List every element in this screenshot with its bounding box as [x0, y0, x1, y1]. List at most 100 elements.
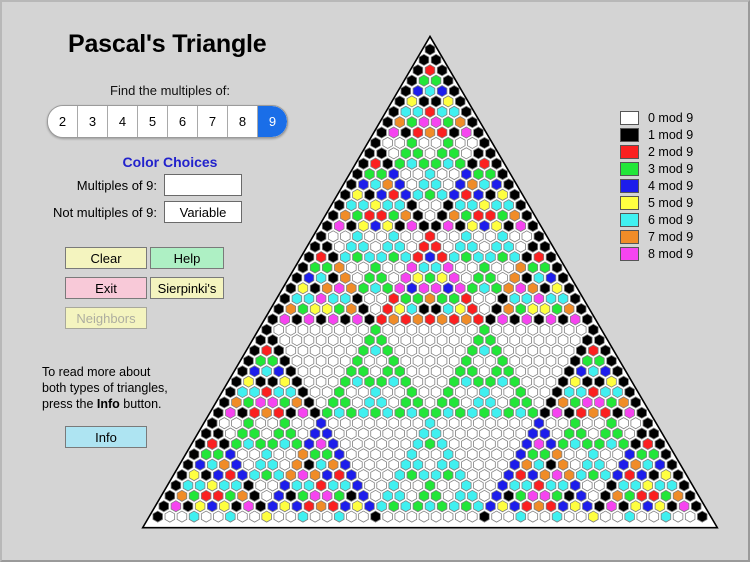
triangle-cell[interactable]: [364, 147, 375, 160]
triangle-cell[interactable]: [497, 313, 508, 326]
triangle-cell[interactable]: [533, 334, 545, 347]
triangle-cell[interactable]: [455, 344, 466, 357]
triangle-cell[interactable]: [334, 386, 345, 399]
triangle-cell[interactable]: [200, 448, 212, 461]
triangle-cell[interactable]: [551, 261, 563, 274]
triangle-cell[interactable]: [309, 406, 321, 419]
triangle-cell[interactable]: [285, 323, 297, 336]
triangle-cell[interactable]: [352, 251, 363, 264]
triangle-cell[interactable]: [521, 500, 533, 513]
triangle-cell[interactable]: [237, 386, 248, 399]
triangle-cell[interactable]: [436, 396, 448, 409]
triangle-cell[interactable]: [340, 230, 351, 243]
triangle-cell[interactable]: [303, 437, 315, 450]
triangle-cell[interactable]: [485, 147, 496, 160]
triangle-cell[interactable]: [358, 365, 369, 378]
triangle-cell[interactable]: [455, 240, 466, 253]
triangle-cell[interactable]: [213, 469, 224, 482]
triangle-cell[interactable]: [642, 437, 654, 450]
triangle-cell[interactable]: [376, 313, 387, 326]
triangle-cell[interactable]: [406, 95, 418, 108]
triangle-cell[interactable]: [309, 261, 321, 274]
triangle-cell[interactable]: [624, 427, 635, 440]
triangle-cell[interactable]: [461, 500, 472, 513]
triangle-cell[interactable]: [364, 292, 375, 305]
triangle-cell[interactable]: [455, 406, 466, 419]
triangle-cell[interactable]: [515, 448, 526, 461]
triangle-cell[interactable]: [327, 437, 339, 450]
triangle-cell[interactable]: [442, 510, 454, 523]
triangle-cell[interactable]: [448, 334, 460, 347]
triangle-cell[interactable]: [491, 219, 502, 232]
triangle-cell[interactable]: [479, 510, 490, 523]
triangle-cell[interactable]: [594, 479, 605, 492]
triangle-cell[interactable]: [461, 188, 472, 201]
triangle-cell[interactable]: [418, 240, 430, 253]
triangle-cell[interactable]: [291, 437, 303, 450]
triangle-cell[interactable]: [503, 448, 514, 461]
triangle-cell[interactable]: [497, 292, 508, 305]
triangle-cell[interactable]: [303, 251, 315, 264]
triangle-cell[interactable]: [430, 469, 442, 482]
triangle-cell[interactable]: [340, 417, 351, 430]
triangle-cell[interactable]: [406, 427, 418, 440]
triangle-cell[interactable]: [364, 168, 375, 181]
triangle-cell[interactable]: [600, 448, 611, 461]
triangle-cell[interactable]: [515, 323, 526, 336]
triangle-cell[interactable]: [467, 199, 478, 212]
triangle-cell[interactable]: [273, 302, 284, 316]
triangle-cell[interactable]: [491, 344, 502, 357]
triangle-cell[interactable]: [582, 313, 593, 326]
triangle-cell[interactable]: [255, 479, 266, 492]
triangle-cell[interactable]: [461, 417, 472, 430]
triangle-cell[interactable]: [279, 458, 291, 471]
triangle-cell[interactable]: [569, 479, 581, 492]
triangle-cell[interactable]: [491, 427, 502, 440]
triangle-cell[interactable]: [594, 500, 605, 513]
triangle-cell[interactable]: [321, 240, 333, 253]
triangle-cell[interactable]: [497, 251, 508, 264]
triangle-cell[interactable]: [448, 375, 460, 388]
triangle-cell[interactable]: [479, 282, 490, 295]
triangle-cell[interactable]: [364, 230, 375, 243]
triangle-cell[interactable]: [448, 168, 460, 181]
triangle-cell[interactable]: [618, 375, 629, 388]
triangle-cell[interactable]: [533, 396, 545, 409]
triangle-cell[interactable]: [388, 396, 399, 409]
triangle-cell[interactable]: [418, 344, 430, 357]
triangle-cell[interactable]: [370, 302, 381, 316]
triangle-cell[interactable]: [309, 489, 321, 502]
triangle-cell[interactable]: [334, 469, 345, 482]
triangle-cell[interactable]: [624, 448, 635, 461]
triangle-cell[interactable]: [448, 354, 460, 367]
triangle-cell[interactable]: [376, 375, 387, 388]
triangle-cell[interactable]: [400, 313, 412, 326]
triangle-cell[interactable]: [557, 292, 569, 305]
triangle-cell[interactable]: [291, 313, 303, 326]
triangle-cell[interactable]: [219, 417, 230, 430]
triangle-cell[interactable]: [473, 126, 484, 139]
triangle-cell[interactable]: [600, 344, 611, 357]
triangle-cell[interactable]: [461, 209, 472, 222]
triangle-cell[interactable]: [206, 479, 218, 492]
triangle-cell[interactable]: [219, 437, 230, 450]
triangle-cell[interactable]: [551, 448, 563, 461]
triangle-cell[interactable]: [448, 105, 460, 118]
triangle-cell[interactable]: [654, 479, 666, 492]
triangle-cell[interactable]: [678, 500, 690, 513]
triangle-cell[interactable]: [545, 313, 557, 326]
triangle-cell[interactable]: [412, 479, 424, 492]
triangle-cell[interactable]: [315, 271, 327, 284]
triangle-cell[interactable]: [412, 147, 424, 160]
triangle-cell[interactable]: [303, 479, 315, 492]
triangle-cell[interactable]: [382, 261, 393, 274]
triangle-cell[interactable]: [515, 469, 526, 482]
triangle-cell[interactable]: [648, 448, 660, 461]
triangle-cell[interactable]: [418, 219, 430, 232]
triangle-cell[interactable]: [346, 261, 357, 274]
triangle-cell[interactable]: [297, 302, 309, 316]
triangle-cell[interactable]: [297, 448, 309, 461]
triangle-cell[interactable]: [297, 261, 309, 274]
triangle-cell[interactable]: [376, 126, 387, 139]
triangle-cell[interactable]: [455, 448, 466, 461]
